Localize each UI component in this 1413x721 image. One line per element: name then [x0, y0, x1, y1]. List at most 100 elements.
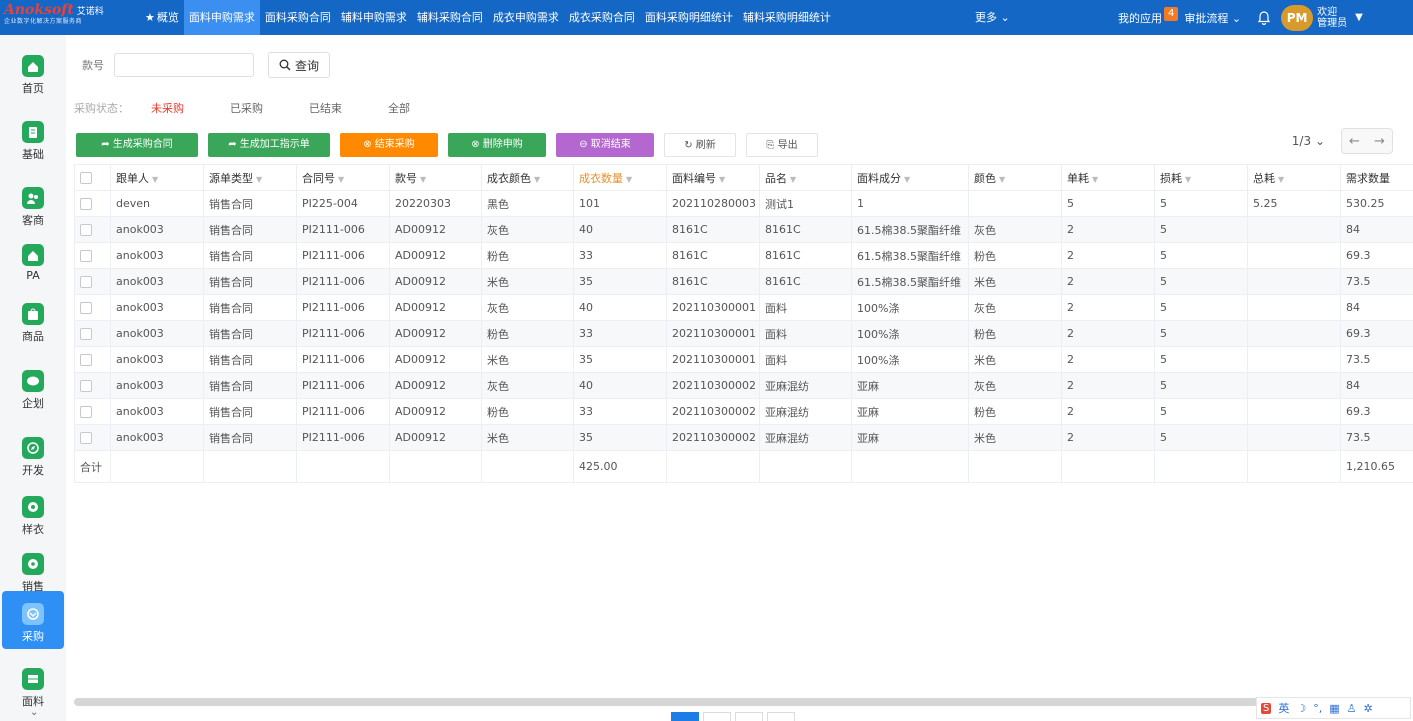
moon-icon[interactable]: ☽	[1296, 702, 1306, 715]
toolbar-button[interactable]: ⊗ 删除申购	[448, 133, 546, 157]
approval-menu[interactable]: 审批流程 ⌄	[1184, 10, 1241, 26]
toolbar-button[interactable]: ↻ 刷新	[664, 133, 736, 157]
table-row[interactable]: deven 销售合同 PI225-004 20220303 黑色 101 202110280…	[74, 190, 1413, 217]
row-checkbox[interactable]	[80, 432, 92, 444]
table-row[interactable]: anok003 销售合同 PI2111-006 AD00912 粉色 33 20211030…	[74, 398, 1413, 425]
gear-icon[interactable]: ✲	[1364, 702, 1373, 715]
column-header[interactable]: 跟单人 ▼	[110, 164, 204, 191]
column-header[interactable]: 需求数量	[1340, 164, 1413, 191]
table-row[interactable]: anok003 销售合同 PI2111-006 AD00912 灰色 40 20211030…	[74, 294, 1413, 321]
page-tab[interactable]	[671, 712, 699, 721]
column-header[interactable]: 面料成分 ▼	[851, 164, 969, 191]
my-apps-link[interactable]: 我的应用	[1118, 10, 1162, 26]
nav-tab[interactable]: 辅料采购明细统计	[738, 0, 836, 35]
status-option[interactable]: 已结束	[309, 100, 342, 116]
status-option[interactable]: 已采购	[230, 100, 263, 116]
row-select-cell[interactable]	[74, 346, 111, 373]
page-tab[interactable]	[735, 712, 763, 721]
sort-icon[interactable]: ▼	[256, 175, 262, 184]
row-select-cell[interactable]	[74, 268, 111, 295]
arrow-left-icon[interactable]: ←	[1349, 134, 1360, 149]
sort-icon[interactable]: ▼	[338, 175, 344, 184]
sidebar-item[interactable]: 企划	[2, 358, 64, 416]
column-header[interactable]: 成衣数量 ▼	[573, 164, 667, 191]
punctuation-icon[interactable]: °,	[1313, 702, 1322, 715]
sort-icon[interactable]: ▼	[1278, 175, 1284, 184]
table-row[interactable]: anok003 销售合同 PI2111-006 AD00912 粉色 33 8161C 816…	[74, 242, 1413, 269]
sort-icon[interactable]: ▼	[534, 175, 540, 184]
page-tab[interactable]	[767, 712, 795, 721]
column-header[interactable]: 合同号 ▼	[296, 164, 390, 191]
sort-icon[interactable]: ▼	[420, 175, 426, 184]
sort-icon[interactable]: ▼	[152, 175, 158, 184]
sort-icon[interactable]: ▼	[1185, 175, 1191, 184]
column-header[interactable]: 损耗 ▼	[1154, 164, 1248, 191]
nav-tab[interactable]: 辅料采购合同	[412, 0, 488, 35]
row-select-cell[interactable]	[74, 424, 111, 451]
table-row[interactable]: anok003 销售合同 PI2111-006 AD00912 米色 35 8161C 816…	[74, 268, 1413, 295]
column-header[interactable]: 颜色 ▼	[968, 164, 1062, 191]
style-no-input[interactable]	[114, 53, 254, 77]
brand-logo[interactable]: Anoksoft 艾诺科 企业数字化解决方案服务商	[0, 0, 140, 35]
column-header[interactable]: 面料编号 ▼	[666, 164, 760, 191]
sort-icon[interactable]: ▼	[626, 175, 632, 184]
row-select-cell[interactable]	[74, 372, 111, 399]
row-checkbox[interactable]	[80, 354, 92, 366]
select-all-checkbox[interactable]	[80, 172, 92, 184]
row-select-cell[interactable]	[74, 320, 111, 347]
keyboard-icon[interactable]: ▦	[1329, 702, 1339, 715]
sort-icon[interactable]: ▼	[1092, 175, 1098, 184]
nav-tab[interactable]: 面料申购需求	[183, 0, 260, 35]
sidebar-item[interactable]: 基础	[2, 109, 64, 167]
sidebar-item[interactable]: 客商	[2, 175, 64, 233]
nav-tab[interactable]: 面料采购合同	[260, 0, 336, 35]
sort-icon[interactable]: ▼	[719, 175, 725, 184]
row-checkbox[interactable]	[80, 302, 92, 314]
sort-icon[interactable]: ▼	[904, 175, 910, 184]
row-select-cell[interactable]	[74, 294, 111, 321]
avatar[interactable]: PM	[1281, 4, 1314, 31]
query-button[interactable]: 查询	[268, 52, 331, 78]
ime-lang[interactable]: 英	[1278, 700, 1289, 716]
row-checkbox[interactable]	[80, 328, 92, 340]
ime-logo[interactable]: S	[1261, 702, 1272, 714]
row-select-cell[interactable]	[74, 190, 111, 217]
sidebar-item[interactable]: 开发	[2, 425, 64, 483]
column-header[interactable]: 总耗 ▼	[1247, 164, 1341, 191]
table-row[interactable]: anok003 销售合同 PI2111-006 AD00912 米色 35 20211030…	[74, 346, 1413, 373]
sidebar-item[interactable]: 采购	[2, 591, 64, 649]
sidebar-item[interactable]: 首页	[2, 43, 64, 101]
more-menu[interactable]: 更多 ⌄	[975, 0, 1010, 35]
row-select-cell[interactable]	[74, 398, 111, 425]
table-row[interactable]: anok003 销售合同 PI2111-006 AD00912 灰色 40 8161C 816…	[74, 216, 1413, 243]
sort-icon[interactable]: ▼	[790, 175, 796, 184]
column-header[interactable]: 品名 ▼	[759, 164, 852, 191]
sidebar-item[interactable]: PA	[2, 232, 64, 290]
row-checkbox[interactable]	[80, 276, 92, 288]
row-checkbox[interactable]	[80, 250, 92, 262]
nav-tab[interactable]: ★ 概览	[140, 0, 184, 35]
table-row[interactable]: anok003 销售合同 PI2111-006 AD00912 粉色 33 20211030…	[74, 320, 1413, 347]
column-header[interactable]: 成衣颜色 ▼	[481, 164, 574, 191]
nav-tab[interactable]: 成衣申购需求	[488, 0, 564, 35]
caret-down-icon[interactable]: ▼	[1355, 12, 1363, 23]
nav-tab[interactable]: 辅料申购需求	[336, 0, 412, 35]
sort-icon[interactable]: ▼	[999, 175, 1005, 184]
welcome-user[interactable]: 欢迎 管理员	[1317, 7, 1347, 29]
sidebar-item[interactable]: 商品	[2, 291, 64, 349]
column-header[interactable]: 款号 ▼	[389, 164, 482, 191]
toolbar-button[interactable]: ⊖ 取消结束	[556, 133, 654, 157]
bell-icon[interactable]	[1257, 10, 1271, 25]
sidebar-item[interactable]: 样衣	[2, 484, 64, 542]
toolbar-button[interactable]: ➦ 生成采购合同	[76, 133, 198, 157]
status-option[interactable]: 未采购	[151, 100, 184, 116]
row-select-cell[interactable]	[74, 242, 111, 269]
row-checkbox[interactable]	[80, 380, 92, 392]
row-checkbox[interactable]	[80, 224, 92, 236]
page-tab[interactable]	[703, 712, 731, 721]
column-header[interactable]: 单耗 ▼	[1061, 164, 1155, 191]
toolbar-button[interactable]: ⊗ 结束采购	[340, 133, 438, 157]
sidebar-item[interactable]: 面料	[2, 656, 64, 714]
arrow-right-icon[interactable]: →	[1374, 134, 1385, 149]
row-checkbox[interactable]	[80, 198, 92, 210]
